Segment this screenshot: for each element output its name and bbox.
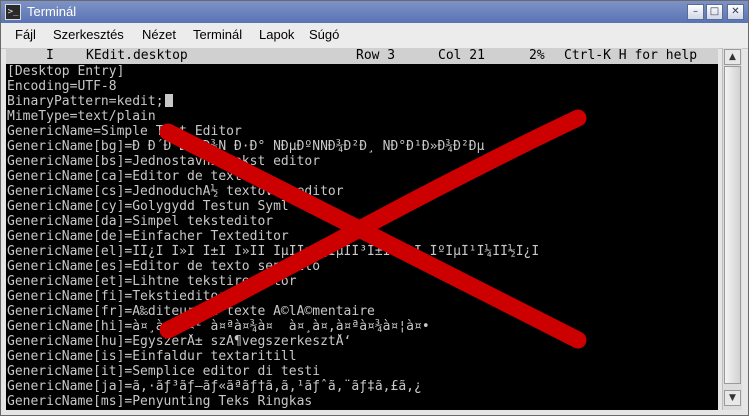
text-line: GenericName[fi]=Tekstieditori bbox=[7, 289, 234, 304]
text-line: GenericName[fr]=Ã‰diteur de texte Ã©lÃ©m… bbox=[7, 304, 375, 319]
text-line: GenericName[hu]=EgyszerÅ± szÃ¶vegszerkes… bbox=[7, 334, 352, 349]
text-line: Encoding=UTF-8 bbox=[7, 79, 117, 94]
text-line: GenericName[bs]=Jednostavni tekst editor bbox=[7, 154, 321, 169]
text-line: GenericName[hi]=à¤¸à¤°à¤² à¤ªà¤¾à¤ à¤¸à¤… bbox=[7, 319, 430, 334]
window-title: Terminál bbox=[27, 4, 77, 19]
scroll-thumb[interactable] bbox=[724, 66, 741, 384]
minimize-icon[interactable]: – bbox=[687, 4, 704, 20]
text-line: GenericName[is]=Einfaldur textaritill bbox=[7, 349, 297, 364]
text-line: GenericName[cs]=JednoduchÃ½ textovÃ½ edi… bbox=[7, 184, 344, 199]
text-line: GenericName[da]=Simpel teksteditor bbox=[7, 214, 274, 229]
text-line: BinaryPattern=kedit; bbox=[7, 94, 718, 109]
title-bar[interactable]: >_ Terminál – □ ✕ bbox=[1, 1, 748, 23]
vertical-scrollbar[interactable]: ▲ ▼ bbox=[722, 48, 742, 410]
editor-row: Row 3 bbox=[356, 48, 396, 63]
editor-status-line: I KEdit.desktop Row 3 Col 21 2% Ctrl-K H… bbox=[6, 48, 718, 64]
editor-percent: 2% bbox=[529, 48, 545, 63]
text-cursor bbox=[164, 94, 173, 107]
editor-help-hint: Ctrl-K H for help bbox=[564, 48, 698, 63]
menu-file[interactable]: Fájl bbox=[13, 27, 38, 42]
text-line: GenericName[ja]=ã‚·ãƒ³ãƒ—ãƒ«ãªãƒ†ã‚­ã‚¹ã… bbox=[7, 379, 422, 394]
scroll-up-icon[interactable]: ▲ bbox=[724, 49, 741, 65]
menu-view[interactable]: Nézet bbox=[140, 27, 178, 42]
scroll-down-icon[interactable]: ▼ bbox=[724, 390, 741, 406]
menu-bar: Fájl Szerkesztés Nézet Terminál Lapok Sú… bbox=[1, 23, 748, 49]
editor-text-area[interactable]: [Desktop Entry] Encoding=UTF-8 BinaryPatte… bbox=[7, 64, 718, 409]
text-line: GenericName[cy]=Golygydd Testun Syml bbox=[7, 199, 289, 214]
text-line: GenericName[bg]=Ð Ð´Ð°ÐºÑÐ¾Ñ Ð·Ð° ÑÐµÐºÑ… bbox=[7, 139, 485, 154]
text-line: GenericName[et]=Lihtne tekstiredaktor bbox=[7, 274, 297, 289]
menu-tabs[interactable]: Lapok bbox=[257, 27, 296, 42]
text-line: GenericName[ms]=Penyunting Teks Ringkas bbox=[7, 394, 313, 409]
editor-mode: I bbox=[46, 48, 54, 63]
editor-filename: KEdit.desktop bbox=[86, 48, 188, 63]
terminal-icon: >_ bbox=[5, 4, 21, 20]
text-line: [Desktop Entry] bbox=[7, 64, 125, 79]
text-line: MimeType=text/plain bbox=[7, 109, 156, 124]
menu-edit[interactable]: Szerkesztés bbox=[51, 27, 126, 42]
menu-terminal[interactable]: Terminál bbox=[191, 27, 244, 42]
terminal-screen[interactable]: I KEdit.desktop Row 3 Col 21 2% Ctrl-K H… bbox=[6, 48, 718, 410]
text-line: GenericName[el]=ÎÎ¿Ï Î»Ï Î±Ï Î»ÏÏ ÎµÏÎµÎ… bbox=[7, 244, 548, 259]
maximize-icon[interactable]: □ bbox=[706, 4, 723, 20]
close-icon[interactable]: ✕ bbox=[727, 4, 744, 20]
text-line: GenericName=Simple Text Editor bbox=[7, 124, 242, 139]
text-line: GenericName[it]=Semplice editor di testi bbox=[7, 364, 321, 379]
text-line: GenericName[es]=Editor de texto sencillo bbox=[7, 259, 321, 274]
text-line: GenericName[de]=Einfacher Texteditor bbox=[7, 229, 289, 244]
text-line: GenericName[ca]=Editor de text bbox=[7, 169, 242, 184]
menu-help[interactable]: Súgó bbox=[307, 27, 341, 42]
editor-col: Col 21 bbox=[438, 48, 485, 63]
